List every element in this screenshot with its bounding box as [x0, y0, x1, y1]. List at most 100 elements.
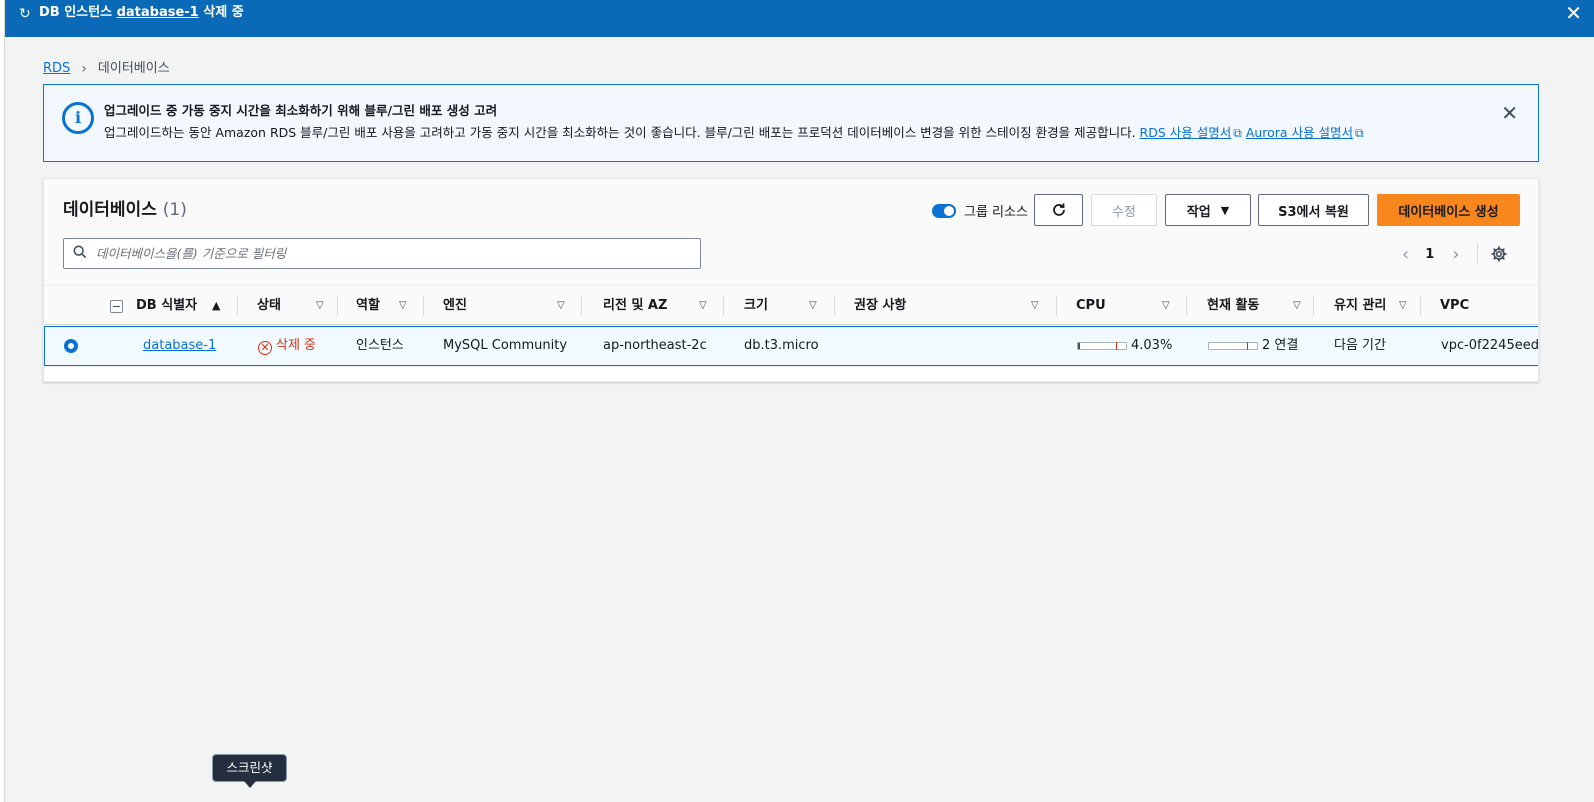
cell-size: db.t3.micro	[744, 338, 819, 353]
cell-cpu: 4.03%	[1077, 327, 1172, 365]
panel-title-text: 데이터베이스	[63, 200, 157, 220]
loading-spinner-icon: ↻	[19, 6, 31, 22]
dismiss-alert-icon[interactable]: ✕	[1501, 101, 1518, 125]
next-page-icon[interactable]: ›	[1452, 244, 1459, 265]
cell-vpc: vpc-0f2245eedf	[1441, 338, 1539, 353]
rds-guide-link[interactable]: RDS 사용 설명서	[1140, 125, 1232, 140]
info-icon: i	[62, 102, 94, 134]
panel-title: 데이터베이스 (1)	[63, 199, 187, 221]
column-vpc[interactable]: VPC	[1440, 286, 1500, 326]
divider-line	[237, 296, 238, 316]
divider-line	[1420, 296, 1421, 316]
table-header: DB 식별자 ▲ 상태 ▽ 역할 ▽ 엔진 ▽ 리전 및 AZ ▽ 크기 ▽ 권장 사항 ▽ …	[44, 285, 1538, 326]
column-label: 현재 활동	[1207, 298, 1260, 313]
sort-icon[interactable]: ▽	[1162, 286, 1170, 326]
connections-bar	[1208, 342, 1258, 350]
alert-title: 업그레이드 중 가동 중지 시간을 최소화하기 위해 블루/그린 배포 생성 고…	[104, 103, 498, 118]
breadcrumb: RDS › 데이터베이스	[43, 60, 170, 78]
cell-db-identifier: database-1	[143, 327, 216, 365]
connections-threshold-mark	[1247, 342, 1248, 350]
table-footer-space	[44, 366, 1538, 381]
alert-body: 업그레이드하는 동안 Amazon RDS 블루/그린 배포 사용을 고려하고 …	[104, 124, 1364, 142]
column-recommendations[interactable]: 권장 사항 ▽	[854, 286, 1057, 326]
column-cpu[interactable]: CPU ▽	[1076, 286, 1187, 326]
sort-icon[interactable]: ▽	[1293, 286, 1301, 326]
sort-icon[interactable]: ▽	[1031, 286, 1039, 326]
divider-line	[337, 296, 338, 316]
screenshot-tooltip: 스크린샷	[212, 754, 287, 788]
prev-page-icon[interactable]: ‹	[1402, 244, 1409, 265]
database-link[interactable]: database-1	[143, 338, 216, 353]
column-label: VPC	[1440, 298, 1470, 313]
external-link-icon: ⧉	[1355, 126, 1364, 140]
restore-from-s3-button[interactable]: S3에서 복원	[1258, 194, 1369, 226]
external-link-icon: ⧉	[1233, 126, 1242, 140]
sort-icon[interactable]: ▽	[557, 286, 565, 326]
sort-icon[interactable]: ▽	[809, 286, 817, 326]
pager-divider	[1477, 243, 1479, 265]
cpu-threshold-mark	[1116, 342, 1117, 350]
table-row[interactable]: database-1 ✕ 삭제 중 인스턴스 MySQL Community ap…	[44, 326, 1539, 366]
refresh-button[interactable]	[1034, 194, 1083, 226]
group-resources-label: 그룹 리소스	[964, 205, 1028, 220]
status-text: 삭제 중	[276, 338, 317, 353]
flash-message: DB 인스턴스 database-1 삭제 중	[39, 3, 244, 23]
cpu-usage-bar	[1077, 342, 1127, 350]
toggle-switch[interactable]	[932, 203, 956, 218]
close-icon[interactable]: ✕	[1565, 3, 1582, 23]
column-label: CPU	[1076, 298, 1106, 313]
row-radio-selected[interactable]	[64, 339, 78, 353]
breadcrumb-current: 데이터베이스	[97, 61, 170, 76]
column-maintenance[interactable]: 유지 관리 ▽	[1334, 286, 1421, 326]
divider-line	[581, 296, 582, 316]
column-db-identifier[interactable]: DB 식별자 ▲	[136, 286, 237, 326]
group-resources-toggle[interactable]: 그룹 리소스	[932, 201, 1028, 220]
column-label: 크기	[744, 298, 768, 313]
blue-green-info-alert: i 업그레이드 중 가동 중지 시간을 최소화하기 위해 블루/그린 배포 생성…	[43, 84, 1539, 162]
column-size[interactable]: 크기 ▽	[744, 286, 835, 326]
alert-body-text: 업그레이드하는 동안 Amazon RDS 블루/그린 배포 사용을 고려하고 …	[104, 125, 1136, 140]
column-status[interactable]: 상태 ▽	[257, 286, 343, 326]
divider-line	[1186, 296, 1187, 316]
refresh-icon	[1052, 203, 1065, 216]
column-label: 상태	[257, 298, 281, 313]
actions-dropdown[interactable]: 작업 ▼	[1165, 194, 1251, 226]
filter-input[interactable]	[96, 243, 686, 264]
column-label: 역할	[356, 298, 380, 313]
error-circle-icon: ✕	[258, 341, 272, 355]
sort-icon[interactable]: ▽	[699, 286, 707, 326]
sort-icon[interactable]: ▽	[399, 286, 407, 326]
cell-current-activity: 2 연결	[1208, 327, 1298, 365]
sort-icon[interactable]: ▽	[316, 286, 324, 326]
gear-icon[interactable]	[1491, 246, 1508, 262]
sort-ascending-icon[interactable]: ▲	[212, 286, 220, 326]
cell-engine: MySQL Community	[443, 338, 568, 353]
cell-maintenance: 다음 기간	[1334, 338, 1386, 353]
divider-line	[723, 296, 724, 316]
create-database-button[interactable]: 데이터베이스 생성	[1377, 194, 1520, 226]
aurora-guide-link[interactable]: Aurora 사용 설명서	[1246, 125, 1353, 140]
cell-role: 인스턴스	[356, 338, 404, 353]
divider-line	[423, 296, 424, 316]
divider-line	[1313, 296, 1314, 316]
column-label: 유지 관리	[1334, 298, 1387, 313]
column-engine[interactable]: 엔진 ▽	[443, 286, 582, 326]
chevron-right-icon: ›	[81, 61, 87, 77]
select-all-checkbox[interactable]	[110, 300, 123, 313]
column-label: 리전 및 AZ	[603, 298, 668, 313]
database-count: (1)	[162, 200, 187, 220]
cell-region-az: ap-northeast-2c	[603, 338, 707, 353]
column-current-activity[interactable]: 현재 활동 ▽	[1207, 286, 1314, 326]
activity-value: 2 연결	[1262, 338, 1299, 353]
modify-button[interactable]: 수정	[1091, 194, 1157, 226]
column-role[interactable]: 역할 ▽	[356, 286, 424, 326]
column-label: 엔진	[443, 298, 467, 313]
sort-icon[interactable]: ▽	[1399, 286, 1407, 326]
filter-box	[63, 238, 701, 269]
databases-panel: 데이터베이스 (1) 그룹 리소스 수정 작업 ▼ S3에서 복원 데이터베이스 …	[43, 178, 1539, 382]
current-page[interactable]: 1	[1425, 247, 1434, 262]
actions-label: 작업	[1186, 204, 1211, 220]
flash-instance-link[interactable]: database-1	[117, 5, 199, 20]
breadcrumb-rds-link[interactable]: RDS	[43, 60, 70, 78]
column-region-az[interactable]: 리전 및 AZ ▽	[603, 286, 724, 326]
